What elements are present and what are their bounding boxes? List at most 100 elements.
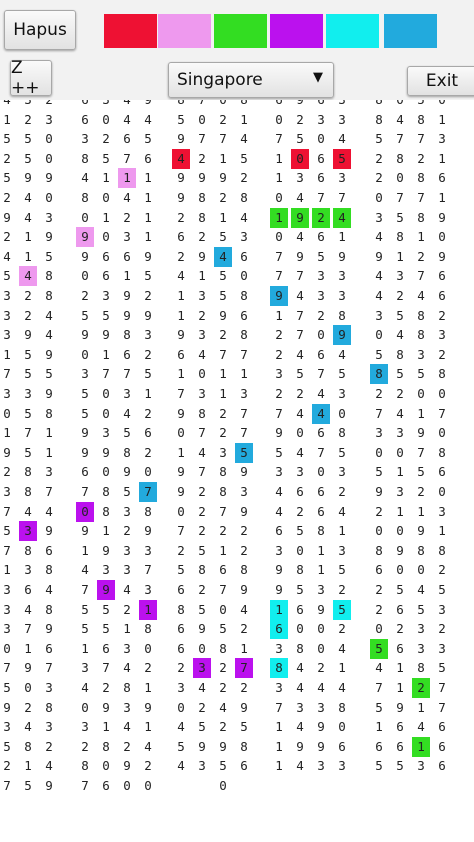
number-cell[interactable]: 9 bbox=[235, 502, 253, 522]
number-cell[interactable]: 1 bbox=[19, 639, 37, 659]
number-cell[interactable]: 3 bbox=[19, 100, 37, 110]
number-cell[interactable]: 9 bbox=[40, 384, 58, 404]
number-cell[interactable]: 4 bbox=[235, 129, 253, 149]
number-cell[interactable]: 0 bbox=[139, 776, 157, 796]
number-cell[interactable]: 8 bbox=[412, 658, 430, 678]
number-cell[interactable]: 9 bbox=[391, 698, 409, 718]
number-cell[interactable]: 7 bbox=[235, 345, 253, 365]
number-cell[interactable]: 8 bbox=[97, 737, 115, 757]
number-cell[interactable]: 0 bbox=[193, 639, 211, 659]
number-cell[interactable]: 1 bbox=[270, 306, 288, 326]
number-cell[interactable]: 3 bbox=[118, 227, 136, 247]
number-cell[interactable]: 4 bbox=[40, 325, 58, 345]
number-cell[interactable]: 4 bbox=[19, 208, 37, 228]
number-cell[interactable]: 0 bbox=[412, 560, 430, 580]
number-cell[interactable]: 6 bbox=[391, 600, 409, 620]
number-cell[interactable]: 0 bbox=[312, 619, 330, 639]
number-cell[interactable]: 3 bbox=[235, 227, 253, 247]
number-cell[interactable]: 1 bbox=[139, 384, 157, 404]
number-cell[interactable]: 2 bbox=[214, 188, 232, 208]
z-increment-button[interactable]: Z ++ bbox=[10, 58, 52, 98]
number-cell[interactable]: 1 bbox=[76, 541, 94, 561]
number-cell[interactable]: 2 bbox=[193, 521, 211, 541]
number-cell[interactable]: 5 bbox=[139, 129, 157, 149]
number-cell[interactable]: 5 bbox=[139, 364, 157, 384]
number-cell[interactable]: 6 bbox=[139, 423, 157, 443]
number-cell[interactable]: 2 bbox=[172, 541, 190, 561]
number-cell[interactable]: 9 bbox=[139, 306, 157, 326]
number-cell[interactable]: 4 bbox=[19, 266, 37, 287]
number-cell[interactable]: 3 bbox=[270, 541, 288, 561]
number-cell[interactable]: 0 bbox=[270, 188, 288, 208]
number-cell[interactable]: 6 bbox=[97, 266, 115, 286]
number-cell[interactable]: 6 bbox=[433, 756, 451, 776]
number-cell[interactable]: 7 bbox=[76, 776, 94, 796]
number-cell[interactable]: 2 bbox=[312, 207, 330, 228]
number-cell[interactable]: 2 bbox=[19, 286, 37, 306]
number-cell[interactable]: 2 bbox=[214, 717, 232, 737]
number-cell[interactable]: 9 bbox=[97, 541, 115, 561]
number-cell[interactable]: 4 bbox=[19, 502, 37, 522]
number-cell[interactable]: 3 bbox=[19, 384, 37, 404]
number-cell[interactable]: 4 bbox=[172, 756, 190, 776]
number-cell[interactable]: 2 bbox=[19, 306, 37, 326]
number-cell[interactable]: 6 bbox=[291, 600, 309, 620]
number-cell[interactable]: 4 bbox=[19, 188, 37, 208]
number-cell[interactable]: 2 bbox=[433, 306, 451, 326]
number-cell[interactable]: 6 bbox=[40, 541, 58, 561]
number-cell[interactable]: 0 bbox=[97, 462, 115, 482]
number-cell[interactable]: 0 bbox=[139, 639, 157, 659]
number-cell[interactable]: 8 bbox=[235, 737, 253, 757]
number-cell[interactable]: 8 bbox=[214, 482, 232, 502]
number-cell[interactable]: 0 bbox=[40, 149, 58, 169]
number-cell[interactable]: 3 bbox=[412, 345, 430, 365]
number-cell[interactable]: 3 bbox=[139, 541, 157, 561]
number-cell[interactable]: 4 bbox=[193, 678, 211, 698]
number-cell[interactable]: 6 bbox=[433, 717, 451, 737]
number-cell[interactable]: 3 bbox=[97, 100, 115, 110]
number-cell[interactable]: 5 bbox=[333, 148, 351, 169]
number-cell[interactable]: 1 bbox=[214, 208, 232, 228]
number-cell[interactable]: 2 bbox=[333, 619, 351, 639]
number-cell[interactable]: 3 bbox=[270, 364, 288, 384]
number-cell[interactable]: 5 bbox=[391, 756, 409, 776]
number-cell[interactable]: 5 bbox=[0, 678, 16, 698]
number-cell[interactable]: 2 bbox=[40, 737, 58, 757]
number-cell[interactable]: 9 bbox=[172, 462, 190, 482]
number-cell[interactable]: 8 bbox=[76, 756, 94, 776]
number-cell[interactable]: 4 bbox=[270, 482, 288, 502]
number-cell[interactable]: 2 bbox=[270, 384, 288, 404]
number-cell[interactable]: 6 bbox=[118, 247, 136, 267]
number-cell[interactable]: 8 bbox=[370, 100, 388, 110]
number-cell[interactable]: 3 bbox=[370, 423, 388, 443]
number-cell[interactable]: 2 bbox=[370, 149, 388, 169]
number-cell[interactable]: 4 bbox=[391, 110, 409, 130]
number-cell[interactable]: 2 bbox=[139, 756, 157, 776]
number-cell[interactable]: 1 bbox=[139, 208, 157, 228]
number-cell[interactable]: 8 bbox=[40, 266, 58, 286]
number-cell[interactable]: 1 bbox=[270, 149, 288, 169]
number-cell[interactable]: 2 bbox=[370, 502, 388, 522]
number-cell[interactable]: 3 bbox=[0, 717, 16, 737]
number-cell[interactable]: 7 bbox=[412, 443, 430, 463]
number-cell[interactable]: 6 bbox=[76, 100, 94, 110]
number-cell[interactable]: 7 bbox=[76, 482, 94, 502]
number-cell[interactable]: 9 bbox=[433, 208, 451, 228]
number-cell[interactable]: 8 bbox=[97, 482, 115, 502]
number-cell[interactable]: 0 bbox=[97, 188, 115, 208]
number-cell[interactable]: 4 bbox=[118, 188, 136, 208]
number-cell[interactable]: 9 bbox=[312, 717, 330, 737]
number-cell[interactable]: 2 bbox=[97, 678, 115, 698]
number-cell[interactable]: 0 bbox=[391, 521, 409, 541]
number-cell[interactable]: 9 bbox=[291, 737, 309, 757]
number-cell[interactable]: 9 bbox=[139, 698, 157, 718]
number-cell[interactable]: 8 bbox=[139, 619, 157, 639]
number-cell[interactable]: 4 bbox=[172, 266, 190, 286]
number-cell[interactable]: 9 bbox=[291, 100, 309, 110]
number-cell[interactable]: 0 bbox=[370, 443, 388, 463]
number-cell[interactable]: 3 bbox=[118, 698, 136, 718]
number-cell[interactable]: 5 bbox=[19, 776, 37, 796]
number-cell[interactable]: 8 bbox=[433, 443, 451, 463]
number-cell[interactable]: 9 bbox=[139, 521, 157, 541]
number-cell[interactable]: 2 bbox=[118, 737, 136, 757]
